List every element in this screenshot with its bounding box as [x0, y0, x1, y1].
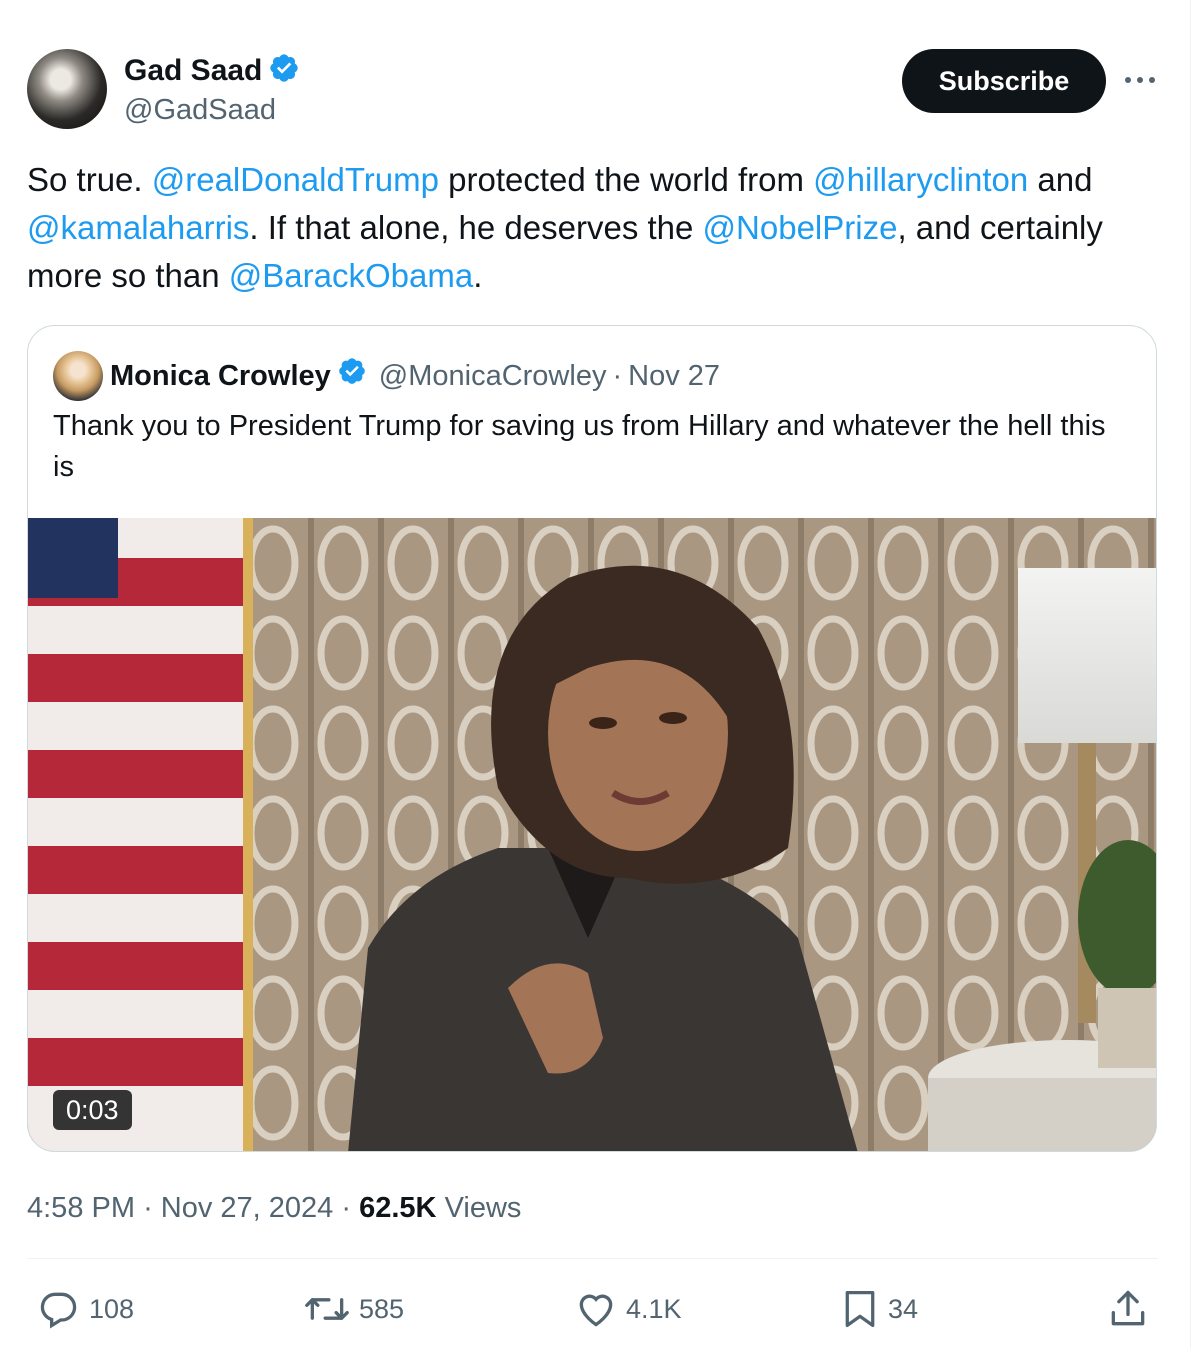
quoted-tweet-card[interactable]: Monica Crowley @MonicaCrowley · Nov 27 T… [27, 325, 1157, 1152]
reply-button[interactable]: 108 [37, 1286, 134, 1332]
mention-link[interactable]: @realDonaldTrump [152, 161, 439, 198]
bookmark-button[interactable]: 34 [840, 1286, 918, 1332]
divider [27, 1258, 1158, 1259]
reply-count: 108 [89, 1293, 135, 1324]
quoted-author-name[interactable]: Monica Crowley [110, 357, 331, 395]
tweet-date[interactable]: Nov 27, 2024 [161, 1192, 334, 1224]
more-options-icon[interactable] [1118, 62, 1162, 98]
author-avatar[interactable] [27, 49, 107, 129]
tweet-text-segment: . [473, 257, 483, 294]
video-player[interactable]: 0:03 [28, 518, 1156, 1151]
tweet-text: So true. @realDonaldTrump protected the … [27, 156, 1167, 300]
quoted-author-avatar[interactable] [53, 351, 103, 401]
bookmark-icon [840, 1287, 880, 1331]
verified-badge-icon [268, 52, 300, 89]
tweet-text-segment: protected the world from [438, 161, 814, 198]
tweet-text-segment: So true. [27, 161, 152, 198]
flag-graphic [28, 518, 253, 1151]
mention-link[interactable]: @BarackObama [229, 257, 473, 294]
like-count: 4.1K [626, 1293, 682, 1324]
repost-count: 585 [359, 1293, 405, 1324]
share-icon [1106, 1287, 1150, 1331]
separator-dot: · [143, 1192, 153, 1224]
share-button[interactable] [1106, 1286, 1150, 1332]
repost-icon [303, 1287, 351, 1331]
like-button[interactable]: 4.1K [574, 1286, 682, 1332]
mention-link[interactable]: @kamalaharris [27, 209, 249, 246]
tweet-text-segment: and [1028, 161, 1093, 198]
views-label: Views [444, 1192, 522, 1224]
repost-button[interactable]: 585 [303, 1286, 404, 1332]
quoted-author-handle[interactable]: @MonicaCrowley [379, 357, 607, 395]
author-display-name[interactable]: Gad Saad [124, 53, 262, 89]
author-name-row[interactable]: Gad Saad [124, 52, 300, 89]
mention-link[interactable]: @NobelPrize [703, 209, 898, 246]
subscribe-button[interactable]: Subscribe [902, 49, 1106, 113]
tweet-time[interactable]: 4:58 PM [27, 1192, 135, 1224]
column-border [1190, 0, 1191, 1348]
views-count: 62.5K [359, 1192, 437, 1224]
tweet-meta: 4:58 PM · Nov 27, 2024 · 62.5K Views [27, 1188, 521, 1228]
reply-icon [37, 1287, 81, 1331]
video-thumbnail [28, 518, 1156, 1151]
verified-badge-icon [337, 356, 367, 396]
mention-link[interactable]: @hillaryclinton [813, 161, 1028, 198]
bookmark-count: 34 [888, 1293, 919, 1324]
video-duration: 0:03 [53, 1090, 132, 1130]
quoted-tweet-text: Thank you to President Trump for saving … [53, 410, 1106, 483]
quoted-tweet-date[interactable]: Nov 27 [628, 357, 720, 395]
quoted-tweet-header: Monica Crowley @MonicaCrowley · Nov 27 [110, 356, 720, 396]
author-handle[interactable]: @GadSaad [124, 92, 276, 128]
like-icon [574, 1287, 618, 1331]
separator-dot: · [341, 1192, 352, 1224]
tweet-text-segment: . If that alone, he deserves the [249, 209, 703, 246]
separator-dot: · [612, 360, 623, 392]
